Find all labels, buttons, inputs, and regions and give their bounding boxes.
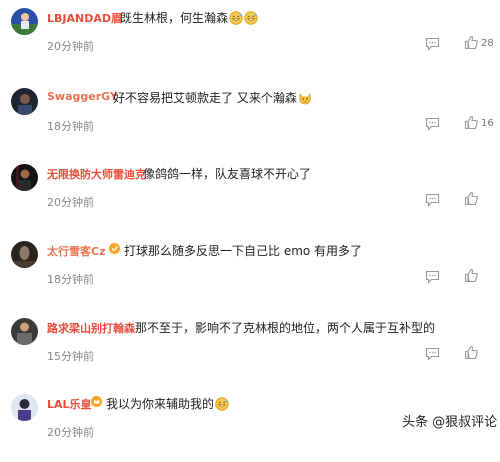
comment-item: 无限换防大师雷迪克 像鸽鸽一样，队友喜球不开心了 20分钟前 <box>0 156 500 232</box>
avatar[interactable] <box>11 88 38 115</box>
reply-icon[interactable] <box>425 192 440 207</box>
comment-text: 我以为你来辅助我的 <box>106 395 229 414</box>
username[interactable]: 路求梁山别打翰森 <box>47 320 135 336</box>
comment-text: 好不容易把艾顿款走了 又来个瀚森 <box>113 89 312 108</box>
thumbs-up-icon[interactable] <box>464 191 479 206</box>
like-count: 16 <box>481 118 494 129</box>
grin-sweat-emoji <box>229 11 243 28</box>
avatar[interactable] <box>11 318 38 345</box>
thumbs-up-icon[interactable] <box>464 35 479 50</box>
grin-sweat-emoji <box>215 397 229 414</box>
username[interactable]: LBJANDAD眉 <box>47 10 122 26</box>
timestamp: 20分钟前 <box>47 40 94 53</box>
comment-text: 既生林根，何生瀚森 <box>120 9 258 28</box>
comment-item: 太行雪客Cz 打球那么随多反思一下自己比 emo 有用多了 18分钟前 <box>0 233 500 309</box>
username[interactable]: 无限换防大师雷迪克 <box>47 166 146 182</box>
comment-text-content: 好不容易把艾顿款走了 又来个瀚森 <box>113 91 297 105</box>
timestamp: 18分钟前 <box>47 273 94 286</box>
reply-icon[interactable] <box>425 269 440 284</box>
username[interactable]: LAL乐皇 <box>47 396 92 412</box>
crown-badge-icon <box>90 395 103 408</box>
comment-item: LBJANDAD眉 既生林根，何生瀚森 20分钟前 28 <box>0 0 500 76</box>
thumbs-up-icon[interactable] <box>464 268 479 283</box>
avatar[interactable] <box>11 394 38 421</box>
username[interactable]: SwaggerGY <box>47 90 118 103</box>
comment-item: 路求梁山别打翰森 那不至于，影响不了克林根的地位，两个人属于互补型的 15分钟前 <box>0 310 500 386</box>
timestamp: 20分钟前 <box>47 426 94 439</box>
timestamp: 18分钟前 <box>47 120 94 133</box>
reply-icon[interactable] <box>425 346 440 361</box>
comment-text-content: 既生林根，何生瀚森 <box>120 11 229 25</box>
thumbs-up-icon[interactable] <box>464 345 479 360</box>
avatar[interactable] <box>11 8 38 35</box>
thumbs-up-icon[interactable] <box>464 115 479 130</box>
username[interactable]: 太行雪客Cz <box>47 243 105 259</box>
comment-text-content: 打球那么随多反思一下自己比 emo 有用多了 <box>124 244 363 258</box>
timestamp: 20分钟前 <box>47 196 94 209</box>
grin-sweat-emoji <box>244 11 258 28</box>
verified-badge-icon <box>108 242 121 255</box>
cat-face-emoji <box>298 91 312 108</box>
comment-text-content: 像鸽鸽一样，队友喜球不开心了 <box>143 167 312 181</box>
reply-icon[interactable] <box>425 36 440 51</box>
avatar[interactable] <box>11 164 38 191</box>
reply-icon[interactable] <box>425 116 440 131</box>
comment-item: SwaggerGY 好不容易把艾顿款走了 又来个瀚森 18分钟前 16 <box>0 80 500 156</box>
comment-text-content: 那不至于，影响不了克林根的地位，两个人属于互补型的 <box>135 321 436 335</box>
comment-text: 像鸽鸽一样，队友喜球不开心了 <box>143 165 311 182</box>
watermark: 头条 @狠叔评论 <box>402 415 498 430</box>
comment-text: 打球那么随多反思一下自己比 emo 有用多了 <box>124 242 362 259</box>
avatar[interactable] <box>11 241 38 268</box>
timestamp: 15分钟前 <box>47 350 94 363</box>
comment-text-content: 我以为你来辅助我的 <box>106 397 215 411</box>
comment-text: 那不至于，影响不了克林根的地位，两个人属于互补型的 <box>135 319 435 336</box>
like-count: 28 <box>481 38 494 49</box>
